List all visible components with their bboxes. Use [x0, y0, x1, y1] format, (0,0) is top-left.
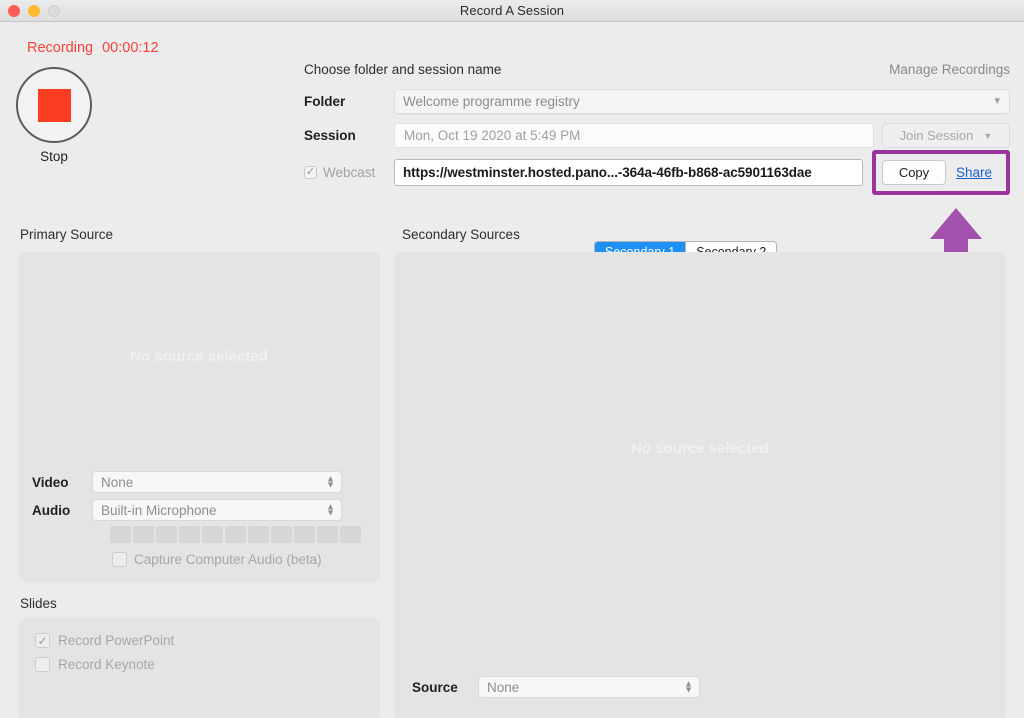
session-name-input[interactable]: Mon, Oct 19 2020 at 5:49 PM — [394, 123, 874, 148]
checkmark-icon: ✓ — [37, 633, 48, 648]
recording-elapsed-time: 00:00:12 — [102, 40, 159, 56]
session-form-caption: Choose folder and session name — [304, 62, 502, 77]
secondary-preview-placeholder: No source selected — [631, 440, 769, 457]
webcast-checkbox-group[interactable]: ✓ Webcast — [304, 165, 394, 180]
record-powerpoint-checkbox[interactable]: ✓ — [35, 633, 50, 648]
capture-computer-audio-checkbox[interactable] — [112, 552, 127, 567]
copy-button-label: Copy — [898, 164, 930, 180]
webcast-label: Webcast — [323, 164, 376, 180]
audio-meter-segment — [156, 526, 177, 543]
stop-recording-button[interactable] — [16, 67, 92, 143]
recording-status-label: Recording — [27, 40, 94, 56]
window-title: Record A Session — [459, 3, 565, 18]
audio-source-value: Built-in Microphone — [101, 502, 217, 518]
session-form: Choose folder and session name Manage Re… — [304, 62, 1010, 196]
capture-computer-audio-label: Capture Computer Audio (beta) — [134, 552, 322, 567]
audio-source-select[interactable]: Built-in Microphone ▲ ▼ — [92, 499, 342, 521]
webcast-row: ✓ Webcast https://westminster.hosted.pan… — [304, 149, 1010, 195]
folder-label: Folder — [304, 94, 346, 109]
session-label: Session — [304, 128, 356, 143]
recording-status: Recording 00:00:12 — [27, 40, 290, 56]
audio-meter-segment — [225, 526, 246, 543]
audio-source-row: Audio Built-in Microphone ▲ ▼ — [32, 499, 342, 521]
share-link[interactable]: Share — [956, 165, 992, 180]
chevron-down-icon: ▾ — [994, 95, 1000, 107]
copy-button[interactable]: Copy — [882, 159, 946, 185]
session-form-header: Choose folder and session name Manage Re… — [304, 62, 1010, 77]
video-source-value: None — [101, 474, 134, 490]
audio-meter-segment — [179, 526, 200, 543]
audio-label: Audio — [32, 502, 71, 518]
stop-button-label: Stop — [40, 149, 68, 164]
audio-meter-segment — [271, 526, 292, 543]
manage-recordings-link[interactable]: Manage Recordings — [889, 62, 1010, 77]
stepper-arrows-icon[interactable]: ▲ ▼ — [326, 474, 335, 490]
record-powerpoint-label: Record PowerPoint — [58, 633, 175, 648]
webcast-url-value: https://westminster.hosted.pano...-364a-… — [403, 164, 812, 180]
primary-preview-placeholder: No source selected — [130, 348, 268, 365]
audio-level-meter — [110, 526, 361, 543]
video-source-row: Video None ▲ ▼ — [32, 471, 342, 493]
audio-meter-segment — [133, 526, 154, 543]
checkmark-icon: ✓ — [305, 165, 316, 178]
secondary-source-panel: No source selected — [394, 252, 1006, 718]
video-source-select[interactable]: None ▲ ▼ — [92, 471, 342, 493]
record-powerpoint-row[interactable]: ✓ Record PowerPoint — [35, 633, 174, 648]
webcast-url-input[interactable]: https://westminster.hosted.pano...-364a-… — [394, 158, 863, 186]
record-keynote-label: Record Keynote — [58, 657, 155, 672]
record-keynote-row[interactable]: Record Keynote — [35, 657, 155, 672]
window-content: Recording 00:00:12 Stop Choose folder and… — [0, 22, 1024, 718]
secondary-source-select[interactable]: None ▲ ▼ — [478, 676, 700, 698]
secondary-source-label: Source — [412, 679, 458, 695]
join-session-button[interactable]: Join Session ▼ — [882, 123, 1010, 148]
secondary-source-value: None — [487, 679, 520, 695]
webcast-checkbox[interactable]: ✓ — [304, 165, 317, 179]
secondary-sources-title: Secondary Sources — [402, 227, 520, 242]
audio-meter-segment — [202, 526, 223, 543]
slides-title: Slides — [20, 596, 57, 611]
audio-meter-segment — [294, 526, 315, 543]
secondary-source-row: Source None ▲ ▼ — [412, 676, 700, 698]
session-row: Session Mon, Oct 19 2020 at 5:49 PM Join… — [304, 123, 1010, 148]
audio-meter-segment — [110, 526, 131, 543]
session-name-value: Mon, Oct 19 2020 at 5:49 PM — [404, 128, 581, 143]
stepper-arrows-icon[interactable]: ▲ ▼ — [326, 502, 335, 518]
audio-meter-segment — [248, 526, 269, 543]
record-control-block: Recording 00:00:12 Stop — [0, 40, 290, 164]
folder-select[interactable]: Welcome programme registry ▾ — [394, 89, 1010, 114]
audio-meter-segment — [340, 526, 361, 543]
folder-select-value: Welcome programme registry — [403, 94, 580, 109]
window-titlebar: Record A Session — [0, 0, 1024, 22]
audio-meter-segment — [317, 526, 338, 543]
video-label: Video — [32, 474, 69, 490]
folder-row: Folder Welcome programme registry ▾ — [304, 89, 1010, 114]
capture-computer-audio-row[interactable]: Capture Computer Audio (beta) — [112, 552, 322, 567]
stepper-arrows-icon[interactable]: ▲ ▼ — [684, 679, 693, 695]
primary-source-title: Primary Source — [20, 227, 114, 242]
triangle-down-icon: ▼ — [983, 130, 993, 141]
copy-share-highlight-box: Copy Share — [872, 149, 1010, 195]
record-keynote-checkbox[interactable] — [35, 657, 50, 672]
join-session-label: Join Session — [899, 128, 974, 143]
stop-square-icon — [37, 88, 71, 122]
